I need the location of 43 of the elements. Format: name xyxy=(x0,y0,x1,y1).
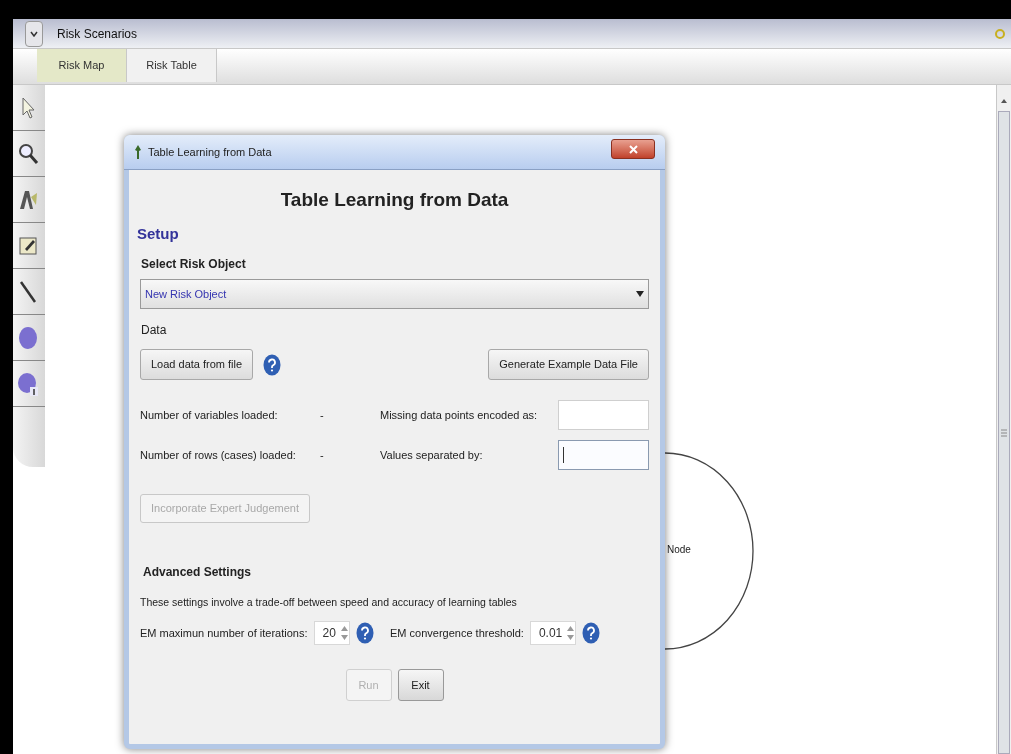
tab[interactable]: Risk Table xyxy=(127,49,217,82)
chevron-icon xyxy=(30,30,38,37)
stat-value: - xyxy=(320,407,324,423)
field-label: Data xyxy=(141,322,168,339)
scroll-up-icon[interactable] xyxy=(1000,97,1008,105)
field-label: Select Risk Object xyxy=(141,256,247,273)
close-icon xyxy=(628,144,638,154)
settings-note: These settings involve a trade-off between speed and accuracy of learning tables xyxy=(140,595,518,610)
field-label: Values separated by: xyxy=(380,447,484,463)
scrollbar[interactable] xyxy=(996,85,1011,754)
dropdown-arrow-icon xyxy=(636,291,644,297)
field-label: Missing data points encoded as: xyxy=(380,407,539,423)
dialog-heading: Table Learning from Data xyxy=(280,188,509,212)
input-field[interactable] xyxy=(558,440,649,470)
help-icon[interactable] xyxy=(582,621,601,644)
section-title: Setup xyxy=(137,223,180,244)
dialog-title: Table Learning from Data xyxy=(148,144,272,160)
section-title: Advanced Settings xyxy=(143,564,253,581)
generate-file-button[interactable]: Generate Example Data File xyxy=(488,349,649,380)
chevron-button[interactable] xyxy=(25,20,43,47)
app-icon xyxy=(134,144,142,160)
stat-label: Number of rows (cases) loaded: xyxy=(140,447,297,463)
spinner-field[interactable]: 20 xyxy=(313,620,350,645)
grip-icon xyxy=(1001,428,1007,437)
help-icon[interactable] xyxy=(263,353,282,376)
dialog-button[interactable]: Exit xyxy=(397,668,444,701)
load-file-button[interactable]: Load data from file xyxy=(140,349,254,380)
risk-object-dropdown[interactable]: New Risk Object xyxy=(140,279,649,309)
field-label: EM convergence threshold: xyxy=(390,625,524,641)
field-label: EM maximun number of iterations: xyxy=(140,625,308,641)
stat-label: Number of variables loaded: xyxy=(140,407,279,423)
input-field[interactable] xyxy=(558,400,649,430)
tab[interactable]: Risk Map xyxy=(37,49,127,82)
ellipse-icon[interactable] xyxy=(17,370,39,397)
help-icon[interactable] xyxy=(355,621,374,644)
spinner-field[interactable]: 0.01 xyxy=(529,620,577,645)
status-icon xyxy=(995,27,1005,40)
scroll-thumb[interactable] xyxy=(998,111,1010,754)
node-label: Node xyxy=(667,543,691,557)
close-button[interactable] xyxy=(611,139,655,159)
stat-value: - xyxy=(320,447,324,463)
ellipse-icon[interactable] xyxy=(17,324,39,351)
window-title: Risk Scenarios xyxy=(57,25,138,43)
